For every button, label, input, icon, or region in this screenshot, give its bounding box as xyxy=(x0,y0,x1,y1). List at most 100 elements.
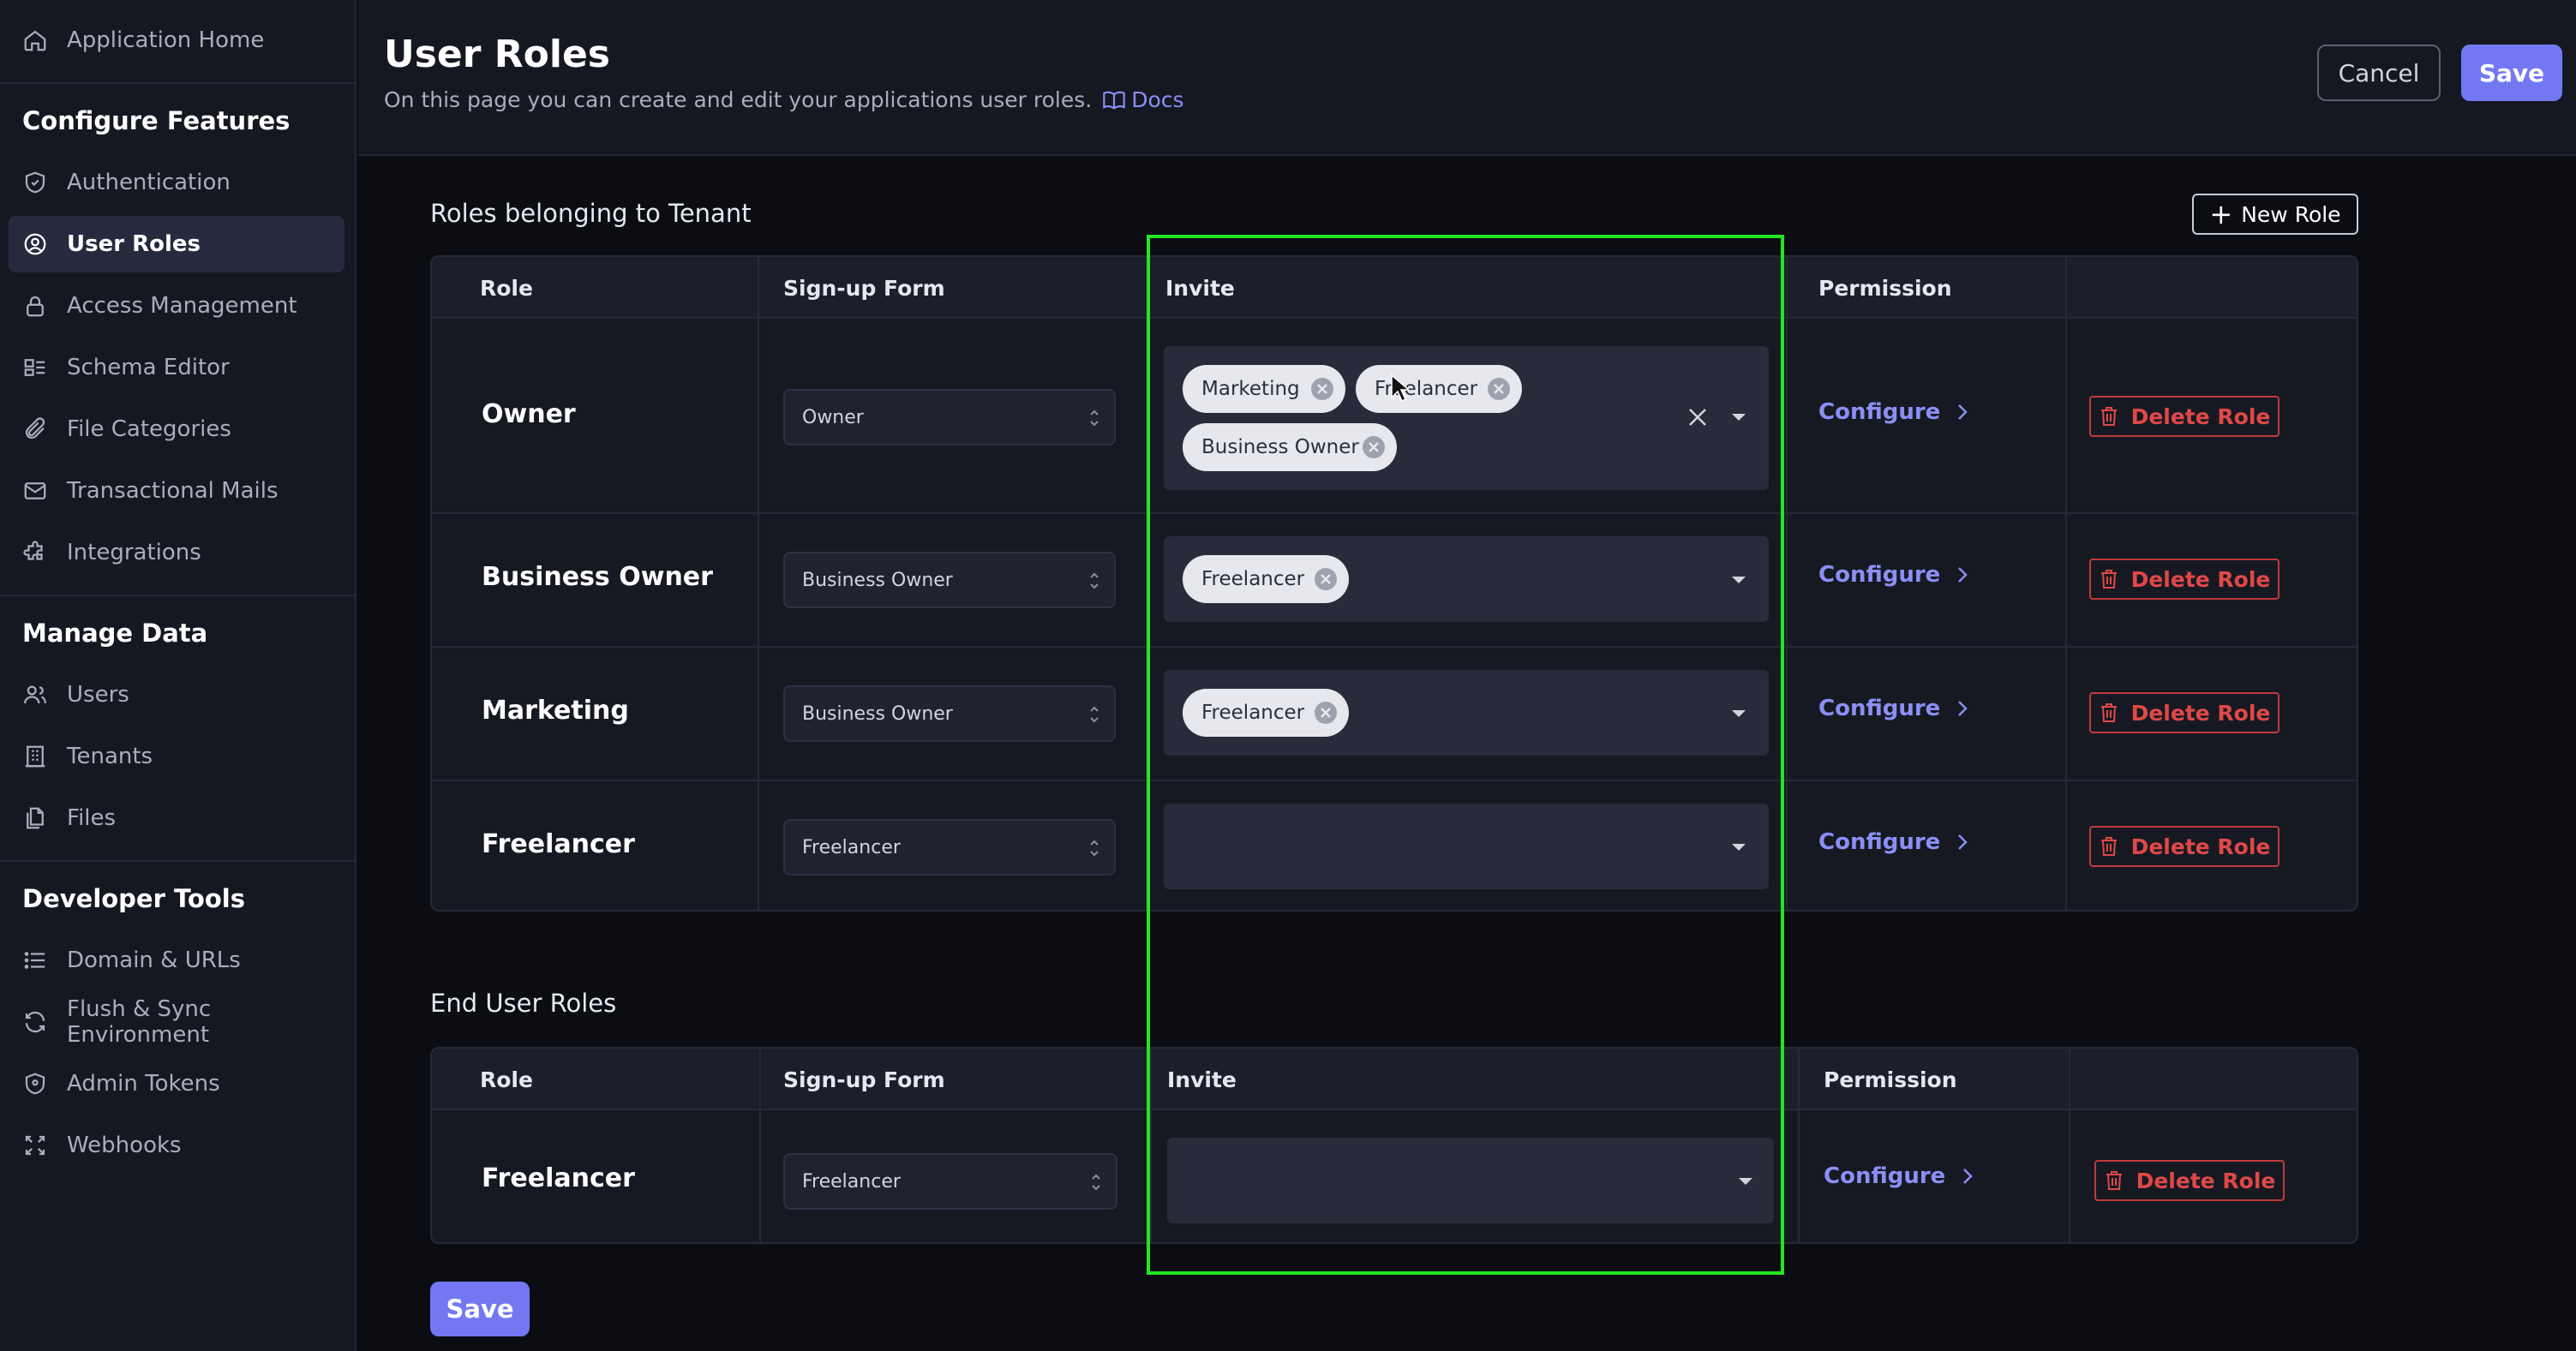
shield-icon xyxy=(25,1073,45,1095)
sidebar-item-flush-sync[interactable]: Flush & Sync Environment xyxy=(9,994,344,1050)
remove-chip-icon[interactable] xyxy=(1309,376,1335,402)
column-header-role: Role xyxy=(480,276,533,301)
delete-label: Delete Role xyxy=(2130,700,2271,726)
column-divider xyxy=(758,257,759,910)
clear-icon[interactable] xyxy=(1686,406,1709,428)
sidebar-item-file-categories[interactable]: File Categories xyxy=(9,401,344,457)
building-icon xyxy=(25,745,45,768)
sidebar-item-label: Admin Tokens xyxy=(67,1071,220,1097)
sidebar-item-application-home[interactable]: Application Home xyxy=(9,12,344,69)
invite-chip: Marketing xyxy=(1183,365,1345,413)
save-button-bottom[interactable]: Save xyxy=(430,1282,530,1336)
chevron-right-icon xyxy=(1963,1169,1974,1184)
sidebar-item-label: File Categories xyxy=(67,416,231,442)
role-name: Freelancer xyxy=(482,1163,635,1193)
role-name: Owner xyxy=(482,399,576,429)
delete-role-button[interactable]: Delete Role xyxy=(2089,826,2279,867)
invite-chip: Business Owner xyxy=(1183,423,1397,471)
column-divider xyxy=(2065,257,2067,910)
column-header-invite: Invite xyxy=(1165,276,1235,301)
remove-chip-icon[interactable] xyxy=(1313,700,1339,726)
home-icon xyxy=(24,30,46,51)
remove-chip-icon[interactable] xyxy=(1361,434,1387,460)
chevron-down-icon[interactable] xyxy=(1729,574,1748,586)
delete-role-button[interactable]: Delete Role xyxy=(2089,559,2279,600)
sidebar-item-user-roles[interactable]: User Roles xyxy=(9,216,344,272)
select-value: Freelancer xyxy=(802,836,901,858)
chip-label: Marketing xyxy=(1201,378,1300,400)
user-circle-icon xyxy=(24,233,46,255)
sidebar-item-schema-editor[interactable]: Schema Editor xyxy=(9,339,344,396)
invite-multiselect[interactable]: Freelancer xyxy=(1164,670,1769,756)
remove-chip-icon[interactable] xyxy=(1313,566,1339,592)
sidebar-item-admin-tokens[interactable]: Admin Tokens xyxy=(9,1055,344,1112)
invite-multiselect[interactable]: Marketing Freelancer Business Owner xyxy=(1164,346,1769,490)
sidebar-item-label: Tenants xyxy=(67,744,153,769)
chevron-down-icon[interactable] xyxy=(1729,841,1748,853)
trash-icon xyxy=(2106,1171,2122,1190)
updown-icon xyxy=(1090,706,1099,723)
new-role-button[interactable]: + New Role xyxy=(2192,194,2358,235)
configure-label: Configure xyxy=(1818,562,1941,588)
docs-link[interactable]: Docs xyxy=(1102,87,1184,112)
sidebar-item-users[interactable]: Users xyxy=(9,667,344,723)
divider xyxy=(0,82,356,84)
sidebar-item-tenants[interactable]: Tenants xyxy=(9,728,344,785)
role-name: Freelancer xyxy=(482,829,635,859)
column-divider xyxy=(1147,257,1148,910)
chevron-down-icon[interactable] xyxy=(1736,1175,1755,1187)
delete-role-button[interactable]: Delete Role xyxy=(2089,692,2279,733)
signup-form-select[interactable]: Freelancer xyxy=(783,819,1116,876)
column-divider xyxy=(1150,1049,1152,1242)
configure-link[interactable]: Configure xyxy=(1818,829,1969,855)
delete-role-button[interactable]: Delete Role xyxy=(2094,1160,2285,1201)
save-button-top[interactable]: Save xyxy=(2461,45,2562,101)
book-icon xyxy=(1103,91,1125,110)
sidebar-item-domain-urls[interactable]: Domain & URLs xyxy=(9,932,344,989)
sidebar-item-authentication[interactable]: Authentication xyxy=(9,154,344,211)
section-configure-features: Configure Features xyxy=(22,106,291,135)
tenant-section-title: Roles belonging to Tenant xyxy=(430,199,752,228)
trash-icon xyxy=(2100,570,2117,589)
delete-role-button[interactable]: Delete Role xyxy=(2089,396,2279,437)
delete-label: Delete Role xyxy=(2136,1168,2276,1193)
configure-link[interactable]: Configure xyxy=(1824,1163,1974,1189)
column-header-invite: Invite xyxy=(1167,1067,1237,1092)
configure-link[interactable]: Configure xyxy=(1818,696,1969,721)
invite-multiselect[interactable]: Freelancer xyxy=(1164,536,1769,622)
cancel-button[interactable]: Cancel xyxy=(2317,45,2441,101)
sidebar-item-webhooks[interactable]: Webhooks xyxy=(9,1117,344,1174)
chevron-down-icon[interactable] xyxy=(1729,411,1748,423)
puzzle-icon xyxy=(23,541,43,560)
sidebar-item-label: Domain & URLs xyxy=(67,947,241,973)
sidebar-item-label: Flush & Sync Environment xyxy=(67,996,212,1048)
sidebar-item-label: User Roles xyxy=(67,231,201,257)
signup-form-select[interactable]: Business Owner xyxy=(783,685,1116,742)
mail-icon xyxy=(24,482,46,499)
signup-form-select[interactable]: Owner xyxy=(783,389,1116,445)
shield-icon xyxy=(25,171,45,194)
configure-link[interactable]: Configure xyxy=(1818,562,1969,588)
column-divider xyxy=(1798,1049,1800,1242)
updown-icon xyxy=(1090,572,1099,589)
configure-label: Configure xyxy=(1818,399,1941,425)
remove-chip-icon[interactable] xyxy=(1486,376,1512,402)
signup-form-select[interactable]: Freelancer xyxy=(783,1153,1117,1210)
lock-icon xyxy=(27,296,44,317)
sidebar-item-integrations[interactable]: Integrations xyxy=(9,524,344,581)
sidebar-item-files[interactable]: Files xyxy=(9,790,344,846)
new-role-label: New Role xyxy=(2241,201,2341,227)
sidebar-item-label: Files xyxy=(67,805,117,831)
invite-multiselect[interactable] xyxy=(1164,804,1769,889)
column-divider xyxy=(1786,257,1788,910)
select-value: Business Owner xyxy=(802,569,953,591)
sidebar-item-access-management[interactable]: Access Management xyxy=(9,278,344,334)
chevron-down-icon[interactable] xyxy=(1729,708,1748,720)
tenant-roles-table: Role Sign-up Form Invite Permission Owne… xyxy=(430,255,2358,912)
sidebar-item-transactional-mails[interactable]: Transactional Mails xyxy=(9,463,344,519)
invite-multiselect[interactable] xyxy=(1167,1138,1774,1223)
signup-form-select[interactable]: Business Owner xyxy=(783,552,1116,608)
column-header-role: Role xyxy=(480,1067,533,1092)
configure-link[interactable]: Configure xyxy=(1818,399,1969,425)
column-header-signup-form: Sign-up Form xyxy=(783,276,945,301)
